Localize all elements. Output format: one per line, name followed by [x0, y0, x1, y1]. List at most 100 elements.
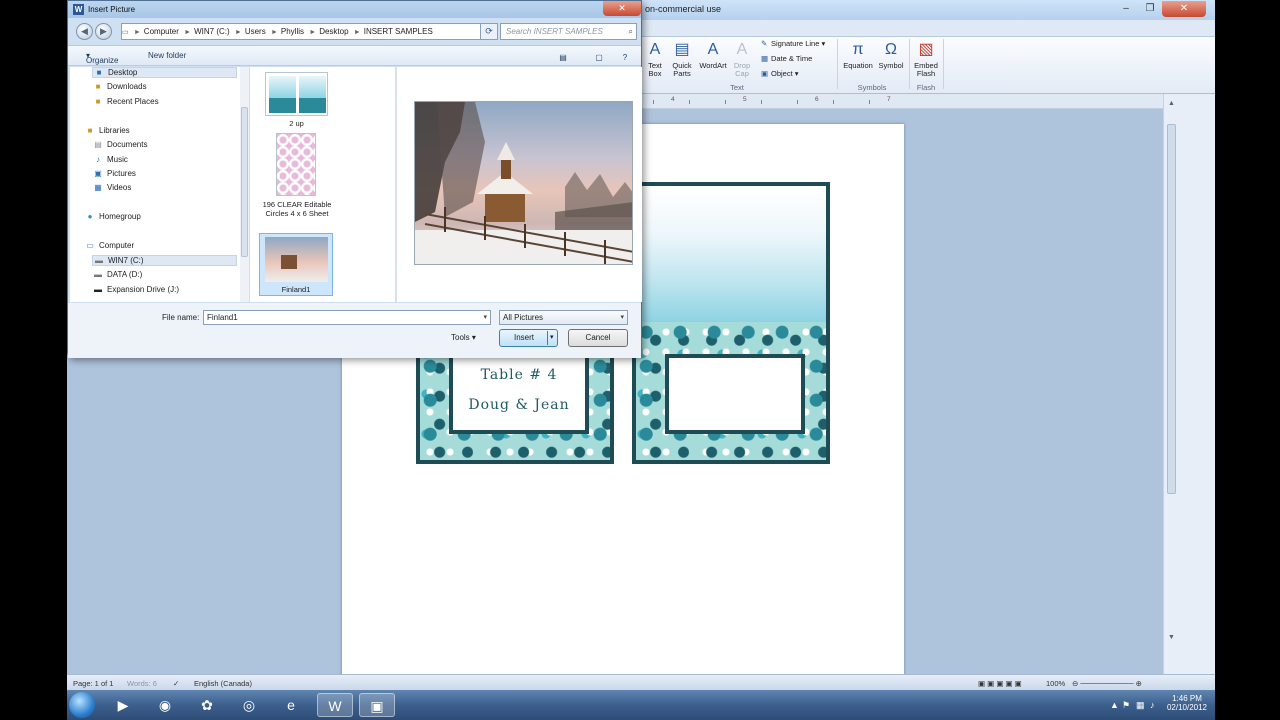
view-options-icon[interactable]: ▤ [556, 51, 570, 64]
file-type-filter[interactable]: All Pictures ▾ [499, 310, 628, 325]
volume-icon[interactable]: ♪ [1150, 700, 1155, 710]
object-button[interactable]: ▣ Object ▾ [761, 69, 799, 78]
wordart-button[interactable]: A WordArt [697, 39, 729, 70]
paint-icon[interactable]: ✿ [189, 693, 225, 717]
action-center-icon[interactable]: ⚑ [1122, 700, 1130, 711]
vertical-scrollbar[interactable]: ▲ ▼ [1163, 94, 1215, 674]
file-thumb-circles[interactable] [276, 133, 316, 196]
equation-button[interactable]: π Equation [841, 39, 875, 70]
ruler-number: 4 [671, 96, 675, 103]
firefox-icon[interactable]: ◉ [147, 693, 183, 717]
zoom-level[interactable]: 100% [1046, 679, 1065, 688]
zoom-slider[interactable]: ⊖ ────────── ⊕ [1072, 679, 1142, 688]
quick-parts-button[interactable]: ▤ Quick Parts [668, 39, 696, 78]
nav-item-music[interactable]: ♪ Music [92, 155, 128, 164]
help-icon[interactable]: ? [618, 51, 632, 64]
refresh-icon[interactable]: ⟳ [480, 23, 498, 40]
file-label[interactable]: 2 up [260, 119, 333, 128]
tools-button[interactable]: Tools ▾ [451, 333, 476, 342]
view-buttons[interactable]: ▣ ▣ ▣ ▣ ▣ [978, 679, 1022, 688]
file-label: Finland1 [281, 285, 311, 294]
date-time-button[interactable]: ▦ Date & Time [761, 54, 812, 63]
search-icon[interactable]: ⌕ [629, 24, 633, 39]
search-input[interactable]: Search INSERT SAMPLES ⌕ [500, 23, 637, 40]
dialog-close-button[interactable]: ✕ [603, 1, 641, 16]
nav-item-libraries[interactable]: ■ Libraries [84, 126, 130, 135]
tray-up-icon[interactable]: ▲ [1110, 700, 1119, 710]
text-box-button[interactable]: A Text Box [644, 39, 666, 78]
internet-explorer-icon[interactable]: e [273, 693, 309, 717]
insert-button[interactable]: Insert ▾ [499, 329, 558, 347]
preview-pane-icon[interactable]: ▢ [592, 51, 606, 64]
videos-icon: ▦ [94, 183, 102, 192]
file-thumb-2-up[interactable] [265, 72, 328, 116]
word-taskbar-icon[interactable]: W [317, 693, 353, 717]
nav-item-homegroup[interactable]: ● Homegroup [84, 212, 141, 221]
proofing-icon[interactable]: ✓ [173, 679, 179, 688]
word-count[interactable]: Words: 6 [127, 679, 157, 688]
scrollbar-thumb[interactable] [1167, 124, 1176, 494]
preview-pane [396, 67, 642, 302]
address-bar[interactable]: ▭ ► Computer ► WIN7 (C:) ► Users ► Phyllis ►… [121, 23, 493, 40]
organize-button[interactable]: Organize ▾ [86, 51, 118, 65]
network-icon[interactable]: ▦ [1136, 700, 1145, 711]
embed-flash-button[interactable]: ▧ Embed Flash [912, 39, 940, 78]
clock[interactable]: 1:46 PM 02/10/2012 [1162, 694, 1212, 712]
nav-item-documents[interactable]: ▤ Documents [92, 140, 147, 149]
file-name-dropdown-icon[interactable]: ▾ [483, 311, 487, 324]
card-preview [269, 76, 296, 113]
chrome-icon[interactable]: ◎ [231, 693, 267, 717]
file-name-input[interactable]: Finland1 ▾ [203, 310, 491, 325]
close-button[interactable]: ✕ [1162, 1, 1206, 17]
nav-item-downloads[interactable]: ■ Downloads [92, 82, 147, 91]
clock-date: 02/10/2012 [1166, 703, 1208, 712]
drop-cap-button[interactable]: A Drop Cap [730, 39, 754, 78]
nav-item-win7-drive[interactable]: ▬ WIN7 (C:) [92, 255, 237, 266]
nav-item-videos[interactable]: ▦ Videos [92, 183, 131, 192]
file-name-label: File name: [162, 313, 200, 322]
breadcrumb-item[interactable]: Phyllis [281, 24, 304, 39]
breadcrumb-item[interactable]: WIN7 (C:) [194, 24, 230, 39]
word-title-text: on-commercial use [645, 4, 722, 14]
window-taskbar-icon[interactable]: ▣ [359, 693, 395, 717]
quick-parts-icon: ▤ [674, 41, 690, 58]
signature-line-button[interactable]: ✎ Signature Line ▾ [761, 39, 825, 48]
new-folder-button[interactable]: New folder [148, 51, 186, 60]
nav-item-expansion-drive[interactable]: ▬ Expansion Drive (J:) [92, 285, 179, 294]
cancel-button[interactable]: Cancel [568, 329, 628, 347]
nav-item-desktop[interactable]: ■ Desktop [92, 67, 237, 78]
minimize-button[interactable]: – [1114, 1, 1138, 17]
insert-picture-dialog: W Insert Picture ✕ ◀ ▶ ▭ ► Computer ► WIN7… [67, 0, 642, 358]
maximize-button[interactable]: ❐ [1138, 1, 1162, 17]
forward-icon[interactable]: ▶ [95, 23, 112, 40]
ruler-tick [725, 100, 726, 104]
nav-item-computer[interactable]: ▭ Computer [84, 241, 134, 250]
text-box-icon: A [649, 41, 661, 58]
scroll-up-icon[interactable]: ▲ [1167, 100, 1176, 109]
ruler-number: 5 [743, 96, 747, 103]
file-thumb-finland1[interactable]: Finland1 [259, 233, 333, 296]
file-label[interactable]: 196 CLEAR Editable Circles 4 x 6 Sheet [256, 200, 338, 218]
insert-dropdown-icon[interactable]: ▾ [550, 330, 554, 346]
symbol-button[interactable]: Ω Symbol [877, 39, 905, 70]
nav-item-recent-places[interactable]: ■ Recent Places [92, 97, 159, 106]
scroll-down-icon[interactable]: ▼ [1167, 634, 1176, 643]
breadcrumb-item[interactable]: Desktop [319, 24, 348, 39]
language-indicator[interactable]: English (Canada) [194, 679, 252, 688]
start-button[interactable] [69, 692, 95, 718]
nav-item-pictures[interactable]: ▣ Pictures [92, 169, 136, 178]
page-count[interactable]: Page: 1 of 1 [73, 679, 113, 688]
usb-drive-icon: ▬ [94, 285, 102, 294]
nav-pane-scrollbar[interactable] [240, 67, 249, 302]
nav-item-data-drive[interactable]: ▬ DATA (D:) [92, 270, 142, 279]
filter-dropdown-icon[interactable]: ▾ [620, 311, 624, 324]
breadcrumb-item[interactable]: Users [245, 24, 266, 39]
nav-scrollbar-thumb[interactable] [241, 107, 248, 257]
place-card-right[interactable] [632, 182, 830, 464]
breadcrumb-item[interactable]: Computer [144, 24, 179, 39]
finland-thumb-image [265, 237, 328, 282]
breadcrumb-item[interactable]: INSERT SAMPLES [364, 24, 433, 39]
wordart-icon: A [707, 41, 719, 58]
media-player-icon[interactable]: ▶ [105, 693, 141, 717]
back-icon[interactable]: ◀ [76, 23, 93, 40]
